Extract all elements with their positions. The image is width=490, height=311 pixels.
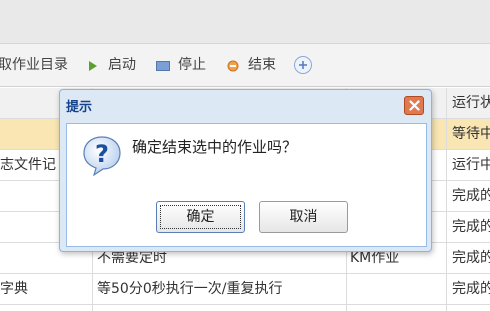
cell-status: 等待中 bbox=[452, 126, 490, 142]
top-bar bbox=[0, 0, 490, 44]
dialog-title: 提示 bbox=[66, 100, 93, 115]
cancel-button-label: 取消 bbox=[289, 209, 318, 225]
svg-text:?: ? bbox=[95, 140, 109, 168]
stop-button[interactable]: 停止 bbox=[156, 56, 208, 74]
cell-status: 完成的 bbox=[452, 188, 490, 204]
toolbar-label: 启动 bbox=[108, 57, 136, 73]
confirm-dialog: 提示 ? 确定结束选中的作业吗？ 确定 取消 bbox=[59, 89, 432, 252]
table-row[interactable]: 字典 等50分0秒执行一次/重复执行 完成的 bbox=[0, 274, 490, 305]
add-button[interactable] bbox=[293, 56, 313, 74]
start-button[interactable]: 启动 bbox=[88, 56, 140, 74]
end-icon bbox=[227, 59, 239, 77]
cell-name bbox=[0, 243, 58, 274]
cell-name: 字典 bbox=[0, 281, 28, 297]
cell-status: 完成的 bbox=[452, 219, 490, 235]
question-icon: ? bbox=[82, 135, 122, 181]
stop-icon bbox=[156, 59, 170, 77]
cell-status: 完成的 bbox=[452, 250, 490, 266]
ok-button[interactable]: 确定 bbox=[156, 201, 245, 233]
toolbar-label: 结束 bbox=[248, 57, 276, 73]
end-button[interactable]: 结束 bbox=[227, 56, 279, 74]
column-divider bbox=[446, 88, 447, 311]
cell-name bbox=[0, 181, 58, 212]
cell-type bbox=[350, 274, 445, 305]
toolbar-label: 停止 bbox=[178, 57, 206, 73]
cell-name bbox=[0, 212, 58, 243]
dialog-message: 确定结束选中的作业吗？ bbox=[132, 138, 298, 156]
cell-name: 志文件记 bbox=[0, 157, 56, 173]
toolbar-label: 取作业目录 bbox=[0, 57, 68, 73]
dialog-body: ? 确定结束选中的作业吗？ 确定 取消 bbox=[66, 123, 427, 247]
toolbar-item-job-directory[interactable]: 取作业目录 bbox=[0, 56, 70, 74]
play-icon bbox=[88, 59, 98, 77]
close-button[interactable] bbox=[404, 96, 424, 115]
column-header-status[interactable]: 运行状 bbox=[452, 88, 490, 119]
add-circle-icon bbox=[293, 55, 313, 80]
cancel-button[interactable]: 取消 bbox=[259, 201, 348, 233]
cell-status: 运行中 bbox=[452, 157, 490, 173]
focus-ring bbox=[160, 205, 241, 229]
cell-name bbox=[0, 119, 58, 150]
cell-status: 完成的 bbox=[452, 281, 490, 297]
cell-schedule: 等50分0秒执行一次/重复执行 bbox=[97, 281, 283, 297]
toolbar: 取作业目录 启动 停止 结束 bbox=[0, 44, 490, 87]
